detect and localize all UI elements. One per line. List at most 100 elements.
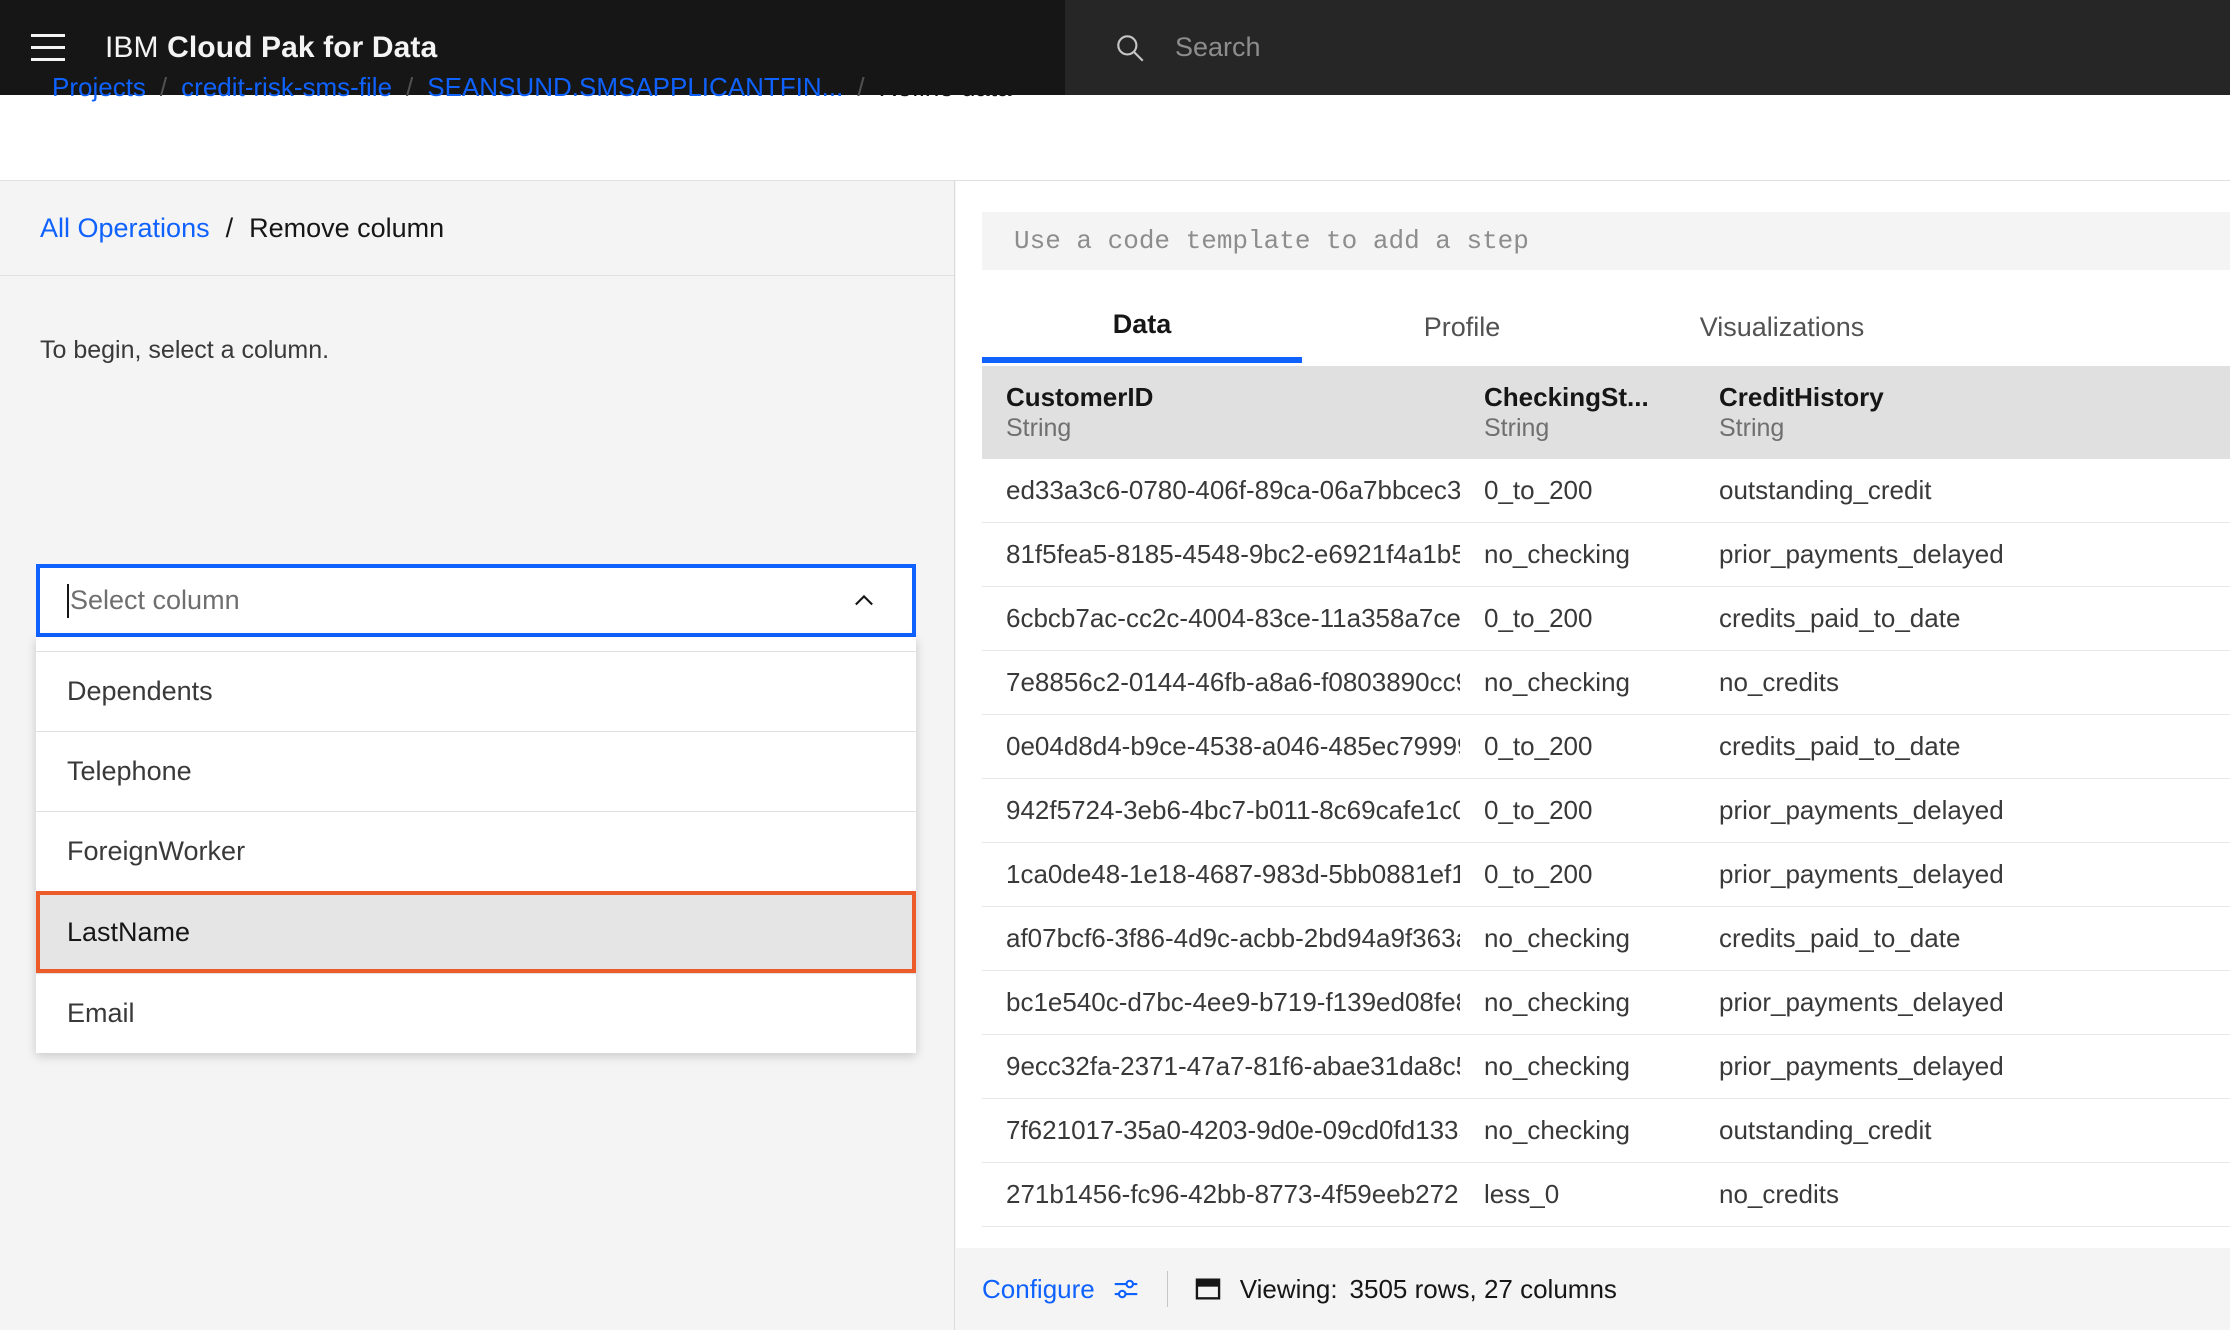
table-cell[interactable]: no_credits (1695, 667, 2230, 698)
table-column-header-credithistory[interactable]: CreditHistory String (1695, 366, 2230, 459)
table-cell[interactable]: no_checking (1460, 987, 1695, 1018)
table-cell[interactable]: 7f621017-35a0-4203-9d0e-09cd0fd13354 (982, 1115, 1460, 1146)
data-preview-panel: Use a code template to add a step Data P… (956, 181, 2230, 1330)
table-cell[interactable]: 9ecc32fa-2371-47a7-81f6-abae31da8c55 (982, 1051, 1460, 1082)
breadcrumb-item-dataset[interactable]: SEANSUND.SMSAPPLICANTFIN... (427, 72, 843, 103)
table-cell[interactable]: credits_paid_to_date (1695, 923, 2230, 954)
column-type: String (1006, 414, 1072, 443)
brand-product: Cloud Pak for Data (167, 30, 438, 64)
table-row[interactable]: 9ecc32fa-2371-47a7-81f6-abae31da8c55 no_c… (982, 1035, 2230, 1099)
configure-button[interactable]: Configure (982, 1274, 1141, 1305)
table-row[interactable]: 7f621017-35a0-4203-9d0e-09cd0fd13354 no_c… (982, 1099, 2230, 1163)
sliders-icon (1111, 1274, 1141, 1304)
column-type: String (1719, 414, 1785, 443)
text-caret (67, 583, 69, 618)
table-cell[interactable]: prior_payments_delayed (1695, 987, 2230, 1018)
tab-visualizations[interactable]: Visualizations (1622, 291, 1942, 363)
table-cell[interactable]: 7e8856c2-0144-46fb-a8a6-f0803890cc9a (982, 667, 1460, 698)
table-row[interactable]: 0e04d8d4-b9ce-4538-a046-485ec7999976 0_to… (982, 715, 2230, 779)
preview-tabs: Data Profile Visualizations (982, 291, 2230, 366)
table-row[interactable]: 1ca0de48-1e18-4687-983d-5bb0881ef151 0_to… (982, 843, 2230, 907)
table-cell[interactable]: outstanding_credit (1695, 1115, 2230, 1146)
table-row[interactable]: 7e8856c2-0144-46fb-a8a6-f0803890cc9a no_c… (982, 651, 2230, 715)
hamburger-bar (30, 58, 65, 61)
app-root: IBM Cloud Pak for Data Projects / credit… (0, 0, 2230, 1330)
global-search[interactable] (1065, 0, 2230, 95)
dropdown-option-label: LastName (67, 916, 191, 947)
table-cell[interactable]: no_checking (1460, 923, 1695, 954)
brand-ibm: IBM (105, 30, 159, 64)
table-cell[interactable]: no_checking (1460, 667, 1695, 698)
table-cell[interactable]: credits_paid_to_date (1695, 603, 2230, 634)
tab-data[interactable]: Data (982, 291, 1302, 363)
all-operations-link[interactable]: All Operations (40, 213, 210, 244)
status-divider (1166, 1271, 1168, 1307)
table-column-header-checkingstatus[interactable]: CheckingSt... String (1460, 366, 1695, 459)
data-status-bar: Configure Viewing: 3505 rows, 27 columns (956, 1248, 2230, 1330)
viewing-label: Viewing: (1239, 1273, 1338, 1304)
app-brand-title[interactable]: IBM Cloud Pak for Data (105, 31, 437, 65)
table-cell[interactable]: credits_paid_to_date (1695, 731, 2230, 762)
table-cell[interactable]: 271b1456-fc96-42bb-8773-4f59eeb27215 (982, 1179, 1460, 1210)
table-row[interactable]: af07bcf6-3f86-4d9c-acbb-2bd94a9f363a no_c… (982, 907, 2230, 971)
table-cell[interactable]: prior_payments_delayed (1695, 795, 2230, 826)
table-cell[interactable]: 0e04d8d4-b9ce-4538-a046-485ec7999976 (982, 731, 1460, 762)
column-select-combobox[interactable]: Select column (36, 564, 916, 637)
table-cell[interactable]: 1ca0de48-1e18-4687-983d-5bb0881ef151 (982, 859, 1460, 890)
dropdown-option-label: Telephone (67, 756, 192, 786)
breadcrumb-separator: / (406, 72, 414, 102)
table-cell[interactable]: 0_to_200 (1460, 731, 1695, 762)
viewing-count: 3505 rows, 27 columns (1349, 1273, 1617, 1304)
table-cell[interactable]: prior_payments_delayed (1695, 859, 2230, 890)
code-template-input[interactable]: Use a code template to add a step (982, 212, 2230, 270)
table-cell[interactable]: 81f5fea5-8185-4548-9bc2-e6921f4a1b5c (982, 539, 1460, 570)
table-cell[interactable]: 942f5724-3eb6-4bc7-b011-8c69cafe1c0b (982, 795, 1460, 826)
table-cell[interactable]: ed33a3c6-0780-406f-89ca-06a7bbcec312 (982, 475, 1460, 506)
table-cell[interactable]: 0_to_200 (1460, 475, 1695, 506)
table-cell[interactable]: 0_to_200 (1460, 603, 1695, 634)
table-row[interactable]: bc1e540c-d7bc-4ee9-b719-f139ed08fe8a no_c… (982, 971, 2230, 1035)
table-row[interactable]: 81f5fea5-8185-4548-9bc2-e6921f4a1b5c no_c… (982, 523, 2230, 587)
table-cell[interactable]: outstanding_credit (1695, 475, 2230, 506)
breadcrumb-item-projects[interactable]: Projects (52, 72, 146, 103)
table-cell[interactable]: 6cbcb7ac-cc2c-4004-83ce-11a358a7ce24 (982, 603, 1460, 634)
table-row[interactable]: 942f5724-3eb6-4bc7-b011-8c69cafe1c0b 0_to… (982, 779, 2230, 843)
table-cell[interactable]: less_0 (1460, 1179, 1695, 1210)
dropdown-option-foreignworker[interactable]: ForeignWorker (36, 811, 916, 891)
table-cell[interactable]: 0_to_200 (1460, 859, 1695, 890)
tab-label: Visualizations (1699, 311, 1865, 342)
table-cell[interactable]: 0_to_200 (1460, 795, 1695, 826)
tab-label: Profile (1423, 311, 1501, 342)
tab-profile[interactable]: Profile (1302, 291, 1622, 363)
table-cell[interactable]: no_checking (1460, 1115, 1695, 1146)
table-row[interactable]: 6cbcb7ac-cc2c-4004-83ce-11a358a7ce24 0_to… (982, 587, 2230, 651)
table-row[interactable]: 271b1456-fc96-42bb-8773-4f59eeb27215 less… (982, 1163, 2230, 1227)
dropdown-option-email[interactable]: Email (36, 973, 916, 1053)
search-input[interactable] (1175, 32, 2075, 63)
table-cell[interactable]: prior_payments_delayed (1695, 539, 2230, 570)
table-header-row: CustomerID String CheckingSt... String C… (982, 366, 2230, 459)
hamburger-bar (30, 34, 65, 37)
table-row[interactable]: ed33a3c6-0780-406f-89ca-06a7bbcec312 0_to… (982, 459, 2230, 523)
table-icon (1194, 1275, 1222, 1303)
table-cell[interactable]: no_credits (1695, 1179, 2230, 1210)
operation-title: Remove column (249, 212, 445, 243)
breadcrumb-separator: / (159, 72, 168, 102)
tab-label: Data (1112, 308, 1172, 339)
table-cell[interactable]: bc1e540c-d7bc-4ee9-b719-f139ed08fe8a (982, 987, 1460, 1018)
dropdown-option-label: Email (67, 998, 135, 1028)
dropdown-option-lastname[interactable]: LastName (36, 891, 916, 973)
table-column-header-customerid[interactable]: CustomerID String (982, 366, 1460, 459)
table-cell[interactable]: af07bcf6-3f86-4d9c-acbb-2bd94a9f363a (982, 923, 1460, 954)
table-cell[interactable]: no_checking (1460, 1051, 1695, 1082)
dropdown-option-label: Dependents (67, 676, 213, 706)
column-select-dropdown[interactable]: Dependents Telephone ForeignWorker LastN… (36, 637, 916, 1053)
dropdown-option-telephone[interactable]: Telephone (36, 731, 916, 811)
viewing-status: Viewing: 3505 rows, 27 columns (1240, 1274, 1617, 1305)
breadcrumb-item-current: Refine data (878, 72, 1012, 102)
chevron-up-icon[interactable] (850, 587, 878, 615)
table-cell[interactable]: prior_payments_delayed (1695, 1051, 2230, 1082)
breadcrumb-item-project[interactable]: credit-risk-sms-file (181, 72, 392, 103)
dropdown-option-dependents[interactable]: Dependents (36, 651, 916, 731)
table-cell[interactable]: no_checking (1460, 539, 1695, 570)
